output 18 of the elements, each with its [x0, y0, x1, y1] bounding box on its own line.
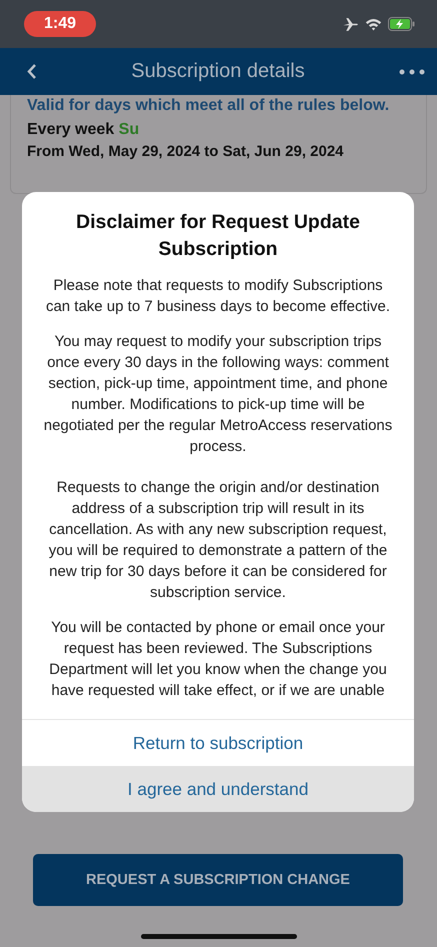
- request-change-button[interactable]: REQUEST A SUBSCRIPTION CHANGE: [33, 854, 403, 906]
- battery-charging-icon: [388, 17, 415, 31]
- date-range: From Wed, May 29, 2024 to Sat, Jun 29, 2024: [27, 143, 345, 161]
- back-icon[interactable]: [26, 63, 37, 80]
- disclaimer-paragraph: Please note that requests to modify Subscriptions can take up to 7 business days to become effective.: [44, 276, 392, 317]
- disclaimer-paragraph: You may request to modify your subscription trips once every 30 days in the following ways: comment section, pick-up time, appointment time, and phone number. Modifications to pick-up time will be negotiated per the regular MetroAccess reservations process.: [42, 332, 394, 457]
- time-pill: 1:49: [24, 11, 96, 37]
- screen-title: Subscription details: [130, 60, 306, 83]
- wifi-icon: [365, 18, 382, 30]
- schedule-days: Su: [118, 121, 140, 138]
- dialog-button[interactable]: I agree and understand: [22, 766, 414, 812]
- disclaimer-paragraph: Requests to change the origin and/or destination address of a subscription trip will result in its cancellation. As with any new subscription request, you will be required to demonstrate a pattern of the new trip for 30 days before it can be considered for subscription service.: [48, 478, 388, 603]
- disclaimer-paragraph: You will be contacted by phone or email once your request has been reviewed. The Subscriptions Department will let you know when the change you have requested will take effect, or if we are unable: [48, 618, 388, 701]
- rules-heading: Valid for days which meet all of the rules below.: [27, 96, 390, 116]
- schedule-label: Every week: [27, 121, 114, 138]
- more-icon[interactable]: [399, 68, 425, 74]
- dialog-title: Disclaimer for Request Update Subscription: [75, 210, 361, 262]
- airplane-icon: [342, 16, 359, 32]
